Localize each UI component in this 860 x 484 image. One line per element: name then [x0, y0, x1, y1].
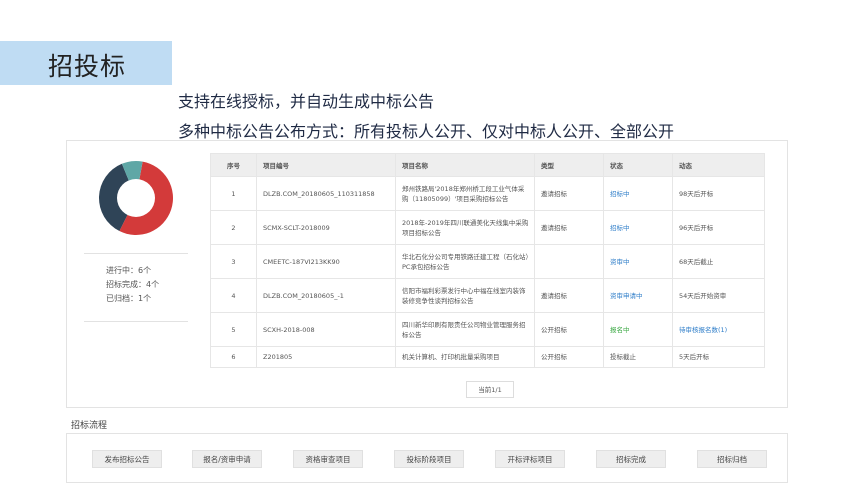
table-row[interactable]: 1 DLZB.COM_20180605_110311858 郑州铁路局'2018…: [210, 176, 765, 211]
row-status: 资审申请中: [603, 278, 673, 313]
status-donut-chart: [99, 161, 173, 235]
row-status: 资审中: [603, 244, 673, 279]
review-signup-link[interactable]: 待审核报名数(1): [672, 312, 765, 347]
row-index: 3: [210, 244, 257, 279]
col-header-status: 状态: [603, 153, 673, 177]
row-dynamic: 5天后开标: [672, 346, 765, 368]
row-dynamic: 68天后截止: [672, 244, 765, 279]
stats-divider-top: [84, 253, 188, 254]
table-row[interactable]: 6 Z201805 机关计算机、打印机批量采购项目 公开招标 投标截止 5天后开…: [210, 346, 765, 368]
col-header-dynamic: 动态: [672, 153, 765, 177]
row-status: 投标截止: [603, 346, 673, 368]
row-type: 邀请招标: [534, 176, 604, 211]
section-title-tab: 招投标: [0, 41, 172, 85]
flow-step-completed-button[interactable]: 招标完成: [596, 450, 666, 468]
row-type: 邀请招标: [534, 210, 604, 245]
completed-count: 招标完成：4个: [106, 280, 160, 289]
table-row[interactable]: 5 SCXH-2018-008 四川新华印刷有限责任公司物业管理服务招标公告 公…: [210, 312, 765, 347]
row-type: [534, 244, 604, 279]
row-dynamic: 96天后开标: [672, 210, 765, 245]
col-header-index: 序号: [210, 153, 257, 177]
col-header-type: 类型: [534, 153, 604, 177]
feature-line-2: 多种中标公告公布方式：所有投标人公开、仅对中标人公开、全部公开: [178, 122, 675, 141]
row-dynamic: 54天后开始资审: [672, 278, 765, 313]
row-name[interactable]: 华北石化分公司专用铁路迁建工程（石化站）PC承包招标公告: [395, 244, 535, 279]
status-summary: 进行中：6个 招标完成：4个 已归档：1个: [106, 264, 159, 306]
row-name[interactable]: 郑州铁路局'2018年郑州桥工段工业气体采购（11805099）'项目采购招标公…: [395, 176, 535, 211]
flow-step-archive-button[interactable]: 招标归档: [697, 450, 767, 468]
row-type: 邀请招标: [534, 278, 604, 313]
row-name[interactable]: 2018年-2019年四川联通美化天线集中采购项目招标公告: [395, 210, 535, 245]
col-header-name: 项目名称: [395, 153, 535, 177]
row-type: 公开招标: [534, 346, 604, 368]
section-title: 招投标: [48, 52, 127, 81]
flow-step-publish-notice-button[interactable]: 发布招标公告: [92, 450, 162, 468]
row-code: Z201805: [256, 346, 396, 368]
row-code: CMEETC-187VI213KK90: [256, 244, 396, 279]
row-type: 公开招标: [534, 312, 604, 347]
flow-step-signup-prequal-button[interactable]: 报名/资审申请: [192, 450, 262, 468]
row-index: 2: [210, 210, 257, 245]
archived-count: 已归档：1个: [106, 294, 152, 303]
row-index: 6: [210, 346, 257, 368]
row-name[interactable]: 四川新华印刷有限责任公司物业管理服务招标公告: [395, 312, 535, 347]
table-row[interactable]: 3 CMEETC-187VI213KK90 华北石化分公司专用铁路迁建工程（石化…: [210, 244, 765, 279]
ongoing-count: 进行中：6个: [106, 266, 152, 275]
table-row[interactable]: 2 SCMX-SCLT-2018009 2018年-2019年四川联通美化天线集…: [210, 210, 765, 245]
stats-divider-bottom: [84, 321, 188, 322]
row-index: 5: [210, 312, 257, 347]
project-table: 序号 项目编号 项目名称 类型 状态 动态 1 DLZB.COM_2018060…: [210, 153, 765, 368]
row-name[interactable]: 信阳市福利彩票发行中心中福在线室内装饰装修竞争性谈判招标公告: [395, 278, 535, 313]
table-header-row: 序号 项目编号 项目名称 类型 状态 动态: [210, 153, 765, 177]
row-dynamic: 98天后开标: [672, 176, 765, 211]
pagination-indicator[interactable]: 当前1/1: [466, 381, 514, 398]
col-header-code: 项目编号: [256, 153, 396, 177]
row-code: SCXH-2018-008: [256, 312, 396, 347]
row-status: 招标中: [603, 176, 673, 211]
row-index: 1: [210, 176, 257, 211]
flow-step-bid-opening-button[interactable]: 开标评标项目: [495, 450, 565, 468]
row-index: 4: [210, 278, 257, 313]
feature-line-1: 支持在线授标，并自动生成中标公告: [178, 92, 435, 111]
flow-section-label: 招标流程: [71, 421, 108, 431]
row-status: 招标中: [603, 210, 673, 245]
table-row[interactable]: 4 DLZB.COM_20180605_-1 信阳市福利彩票发行中心中福在线室内…: [210, 278, 765, 313]
row-name[interactable]: 机关计算机、打印机批量采购项目: [395, 346, 535, 368]
row-code: DLZB.COM_20180605_-1: [256, 278, 396, 313]
row-code: DLZB.COM_20180605_110311858: [256, 176, 396, 211]
row-code: SCMX-SCLT-2018009: [256, 210, 396, 245]
flow-step-bidding-stage-button[interactable]: 投标阶段项目: [394, 450, 464, 468]
row-status: 报名中: [603, 312, 673, 347]
flow-step-qualification-review-button[interactable]: 资格审查项目: [293, 450, 363, 468]
